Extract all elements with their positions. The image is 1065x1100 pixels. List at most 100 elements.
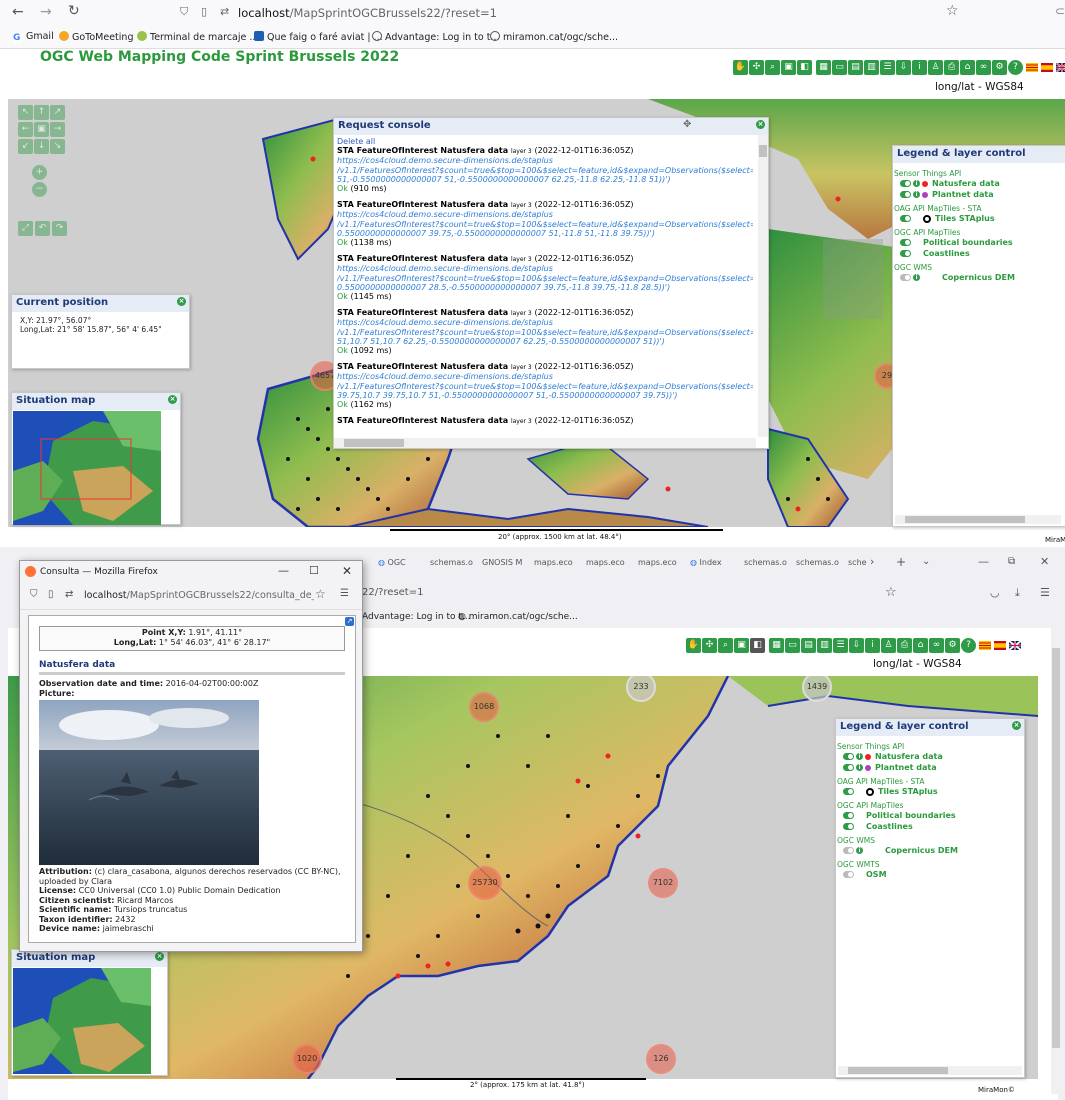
home-button[interactable]: ⌂	[913, 638, 928, 653]
dolphin-photo[interactable]	[39, 700, 259, 865]
entry-url[interactable]: 51,10.7 51,10.7 62.25,-0.550000000000000…	[337, 337, 753, 346]
layers-button[interactable]: ▤	[848, 60, 863, 75]
history-control[interactable]: ⤢ ↶ ↷	[18, 221, 67, 236]
tab-maps-1[interactable]: maps.eco	[534, 558, 573, 567]
scroll-thumb[interactable]	[848, 1067, 948, 1074]
zoom-all-button[interactable]: ⤢	[18, 221, 33, 236]
close-icon[interactable]: ×	[756, 120, 765, 129]
entry-url[interactable]: 51,-0.5500000000000007 51,-0.55000000000…	[337, 175, 753, 184]
legend-item-coastlines[interactable]: Coastlines	[894, 248, 1064, 259]
toggle-switch[interactable]	[843, 871, 854, 878]
tab-maps-3[interactable]: maps.eco	[638, 558, 677, 567]
settings-button[interactable]: ⚙	[945, 638, 960, 653]
help-button[interactable]: ?	[961, 638, 976, 653]
toggle-switch[interactable]	[900, 250, 911, 257]
entry-url[interactable]: 39.75,10.7 39.75,10.7 51,-0.550000000000…	[337, 391, 753, 400]
url-text[interactable]: localhost/MapSprintOGCBrussels22/?reset=…	[238, 6, 497, 20]
toggle-switch[interactable]	[843, 823, 854, 830]
table-button[interactable]: ▥	[817, 638, 832, 653]
zoom-out-icon[interactable]: −	[32, 182, 47, 197]
info-icon[interactable]: i	[856, 753, 863, 760]
view-button[interactable]: ▭	[785, 638, 800, 653]
pocket-icon[interactable]: ◡	[990, 586, 1000, 599]
legend-item-osm[interactable]: OSM	[837, 869, 1023, 880]
link-button[interactable]: ∞	[976, 60, 991, 75]
legend-title-bar[interactable]: Legend & layer control ×	[836, 719, 1024, 736]
pan-s-button[interactable]: ↓	[34, 139, 49, 154]
popup-title-bar[interactable]: Consulta — Mozilla Firefox — ☐ ✕	[20, 561, 362, 583]
tab-schemas-3[interactable]: schemas.o	[796, 558, 839, 567]
layers-button[interactable]: ▤	[801, 638, 816, 653]
situation-map-title-bar[interactable]: Situation map ×	[12, 950, 167, 967]
entry-url[interactable]: /v1.1/FeaturesOfInterest?$count=true&$to…	[337, 382, 753, 391]
scroll-thumb[interactable]	[905, 516, 1025, 523]
legend-item-copernicus[interactable]: i Copernicus DEM	[894, 272, 1064, 283]
permissions-icon[interactable]: ⇄	[220, 5, 229, 18]
pan-center-button[interactable]: ▣	[34, 122, 49, 137]
entry-url[interactable]: https://cos4cloud.demo.secure-dimensions…	[337, 264, 753, 273]
cluster-marker[interactable]: 126	[646, 1044, 676, 1074]
info-button[interactable]: i	[865, 638, 880, 653]
export-button[interactable]: ⇩	[849, 638, 864, 653]
info-icon[interactable]: i	[856, 847, 863, 854]
uk-flag-icon[interactable]	[1009, 641, 1021, 650]
grid-button[interactable]: ▦	[816, 60, 831, 75]
query-button[interactable]: ▣	[781, 60, 796, 75]
entry-url[interactable]: https://cos4cloud.demo.secure-dimensions…	[337, 372, 753, 381]
entry-url[interactable]: https://cos4cloud.demo.secure-dimensions…	[337, 318, 753, 327]
popup-url[interactable]: localhost/MapSprintOGCBrussels22/consult…	[84, 590, 314, 601]
toggle-switch[interactable]	[900, 191, 911, 198]
entry-url[interactable]: https://cos4cloud.demo.secure-dimensions…	[337, 210, 753, 219]
bookmark-star-icon[interactable]: ☆	[885, 585, 897, 600]
query-button[interactable]: ▣	[734, 638, 749, 653]
bookmark-star-icon[interactable]: ☆	[946, 3, 959, 19]
zoom-window-button[interactable]: ⌕	[765, 60, 780, 75]
toggle-switch[interactable]	[843, 764, 854, 771]
tab-schemas-1[interactable]: schemas.o	[430, 558, 473, 567]
bookmark-que-faig[interactable]: Que faig o faré aviat | ...	[254, 31, 383, 43]
menu-icon[interactable]: ☰	[340, 588, 349, 599]
bookmark-gotomeeting[interactable]: GoToMeeting	[59, 31, 133, 43]
minimize-icon[interactable]: —	[978, 555, 989, 568]
entry-url[interactable]: /v1.1/FeaturesOfInterest?$count=true&$to…	[337, 220, 753, 229]
tab-maps-2[interactable]: maps.eco	[586, 558, 625, 567]
help-button[interactable]: ?	[1008, 60, 1023, 75]
print-button[interactable]: ⎙	[944, 60, 959, 75]
legend-horizontal-scrollbar[interactable]	[838, 1066, 1022, 1075]
tab-gnosis[interactable]: GNOSIS M	[482, 558, 522, 567]
scroll-thumb[interactable]	[1052, 648, 1060, 1048]
bookmark-terminal[interactable]: Terminal de marcaje ...	[137, 31, 258, 43]
pan-nw-button[interactable]: ↖	[18, 105, 33, 120]
tab-ogc[interactable]: ◍ OGC	[378, 558, 406, 567]
info-icon[interactable]: i	[913, 191, 920, 198]
situation-map-image[interactable]	[13, 968, 151, 1074]
person-button[interactable]: ♙	[928, 60, 943, 75]
url-tail[interactable]: 22/?reset=1	[362, 587, 423, 598]
legend-horizontal-scrollbar[interactable]	[895, 515, 1061, 524]
person-button[interactable]: ♙	[881, 638, 896, 653]
toggle-switch[interactable]	[843, 788, 854, 795]
info-icon[interactable]: i	[856, 764, 863, 771]
pan-sw-button[interactable]: ↙	[18, 139, 33, 154]
chevron-down-icon[interactable]: ⌄	[922, 556, 930, 567]
page-vertical-scrollbar[interactable]	[1051, 628, 1061, 1094]
entry-url[interactable]: /v1.1/FeaturesOfInterest?$count=true&$to…	[337, 328, 753, 337]
legend-item-natusfera[interactable]: i Natusfera data	[837, 751, 1023, 762]
zoom-in-icon[interactable]: +	[32, 165, 47, 180]
catalan-flag-icon[interactable]	[1026, 63, 1038, 72]
extension-icon[interactable]: ⊂	[1055, 4, 1065, 18]
legend-item-copernicus[interactable]: i Copernicus DEM	[837, 845, 1023, 856]
download-icon[interactable]: ⤓	[1015, 586, 1020, 600]
measure-button[interactable]: ◧	[797, 60, 812, 75]
legend-item-natusfera[interactable]: i Natusfera data	[894, 178, 1064, 189]
legend-title-bar[interactable]: Legend & layer control	[893, 146, 1065, 163]
cluster-marker[interactable]: 1020	[292, 1044, 322, 1074]
close-icon[interactable]: ×	[168, 395, 177, 404]
spanish-flag-icon[interactable]	[1041, 63, 1053, 72]
toggle-switch[interactable]	[900, 215, 911, 222]
bookmark-miramon[interactable]: miramon.cat/ogc/sche...	[490, 31, 618, 43]
uk-flag-icon[interactable]	[1056, 63, 1065, 72]
print-button[interactable]: ⎙	[897, 638, 912, 653]
entry-url[interactable]: /v1.1/FeaturesOfInterest?$count=true&$to…	[337, 166, 753, 175]
bookmark-star-icon[interactable]: ☆	[315, 587, 326, 601]
